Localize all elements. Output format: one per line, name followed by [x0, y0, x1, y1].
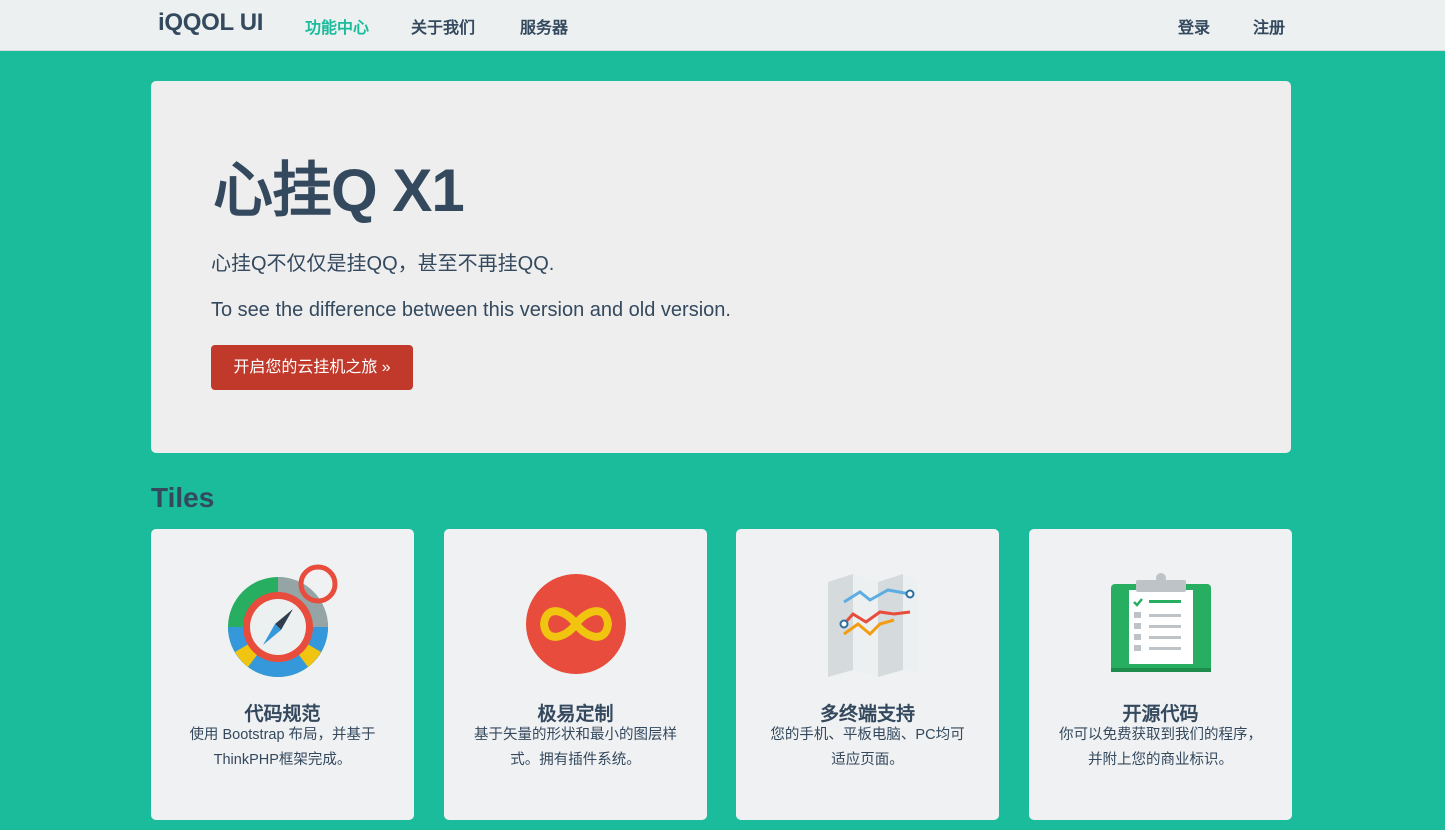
- tile-title: 多终端支持: [819, 703, 915, 725]
- tile-description: 基于矢量的形状和最小的图层样式。拥有插件系统。: [474, 727, 677, 768]
- tile-customization: 极易定制 基于矢量的形状和最小的图层样式。拥有插件系统。: [444, 529, 707, 820]
- tile-description: 您的手机、平板电脑、PC均可适应页面。: [770, 727, 965, 768]
- compass-icon: [227, 564, 337, 677]
- tile-title: 开源代码: [1122, 703, 1199, 725]
- nav-login[interactable]: 登录: [1178, 14, 1210, 38]
- nav-register[interactable]: 注册: [1253, 14, 1285, 38]
- tile-description: 使用 Bootstrap 布局，并基于 ThinkPHP框架完成。: [189, 727, 376, 768]
- navbar: iQQOL UI 功能中心 关于我们 服务器 登录 注册: [0, 0, 1445, 51]
- hero-title: 心挂Q X1: [213, 157, 465, 224]
- section-title: Tiles: [151, 482, 215, 513]
- nav-item-servers[interactable]: 服务器: [520, 14, 568, 38]
- hero-subtitle: 心挂Q不仅仅是挂QQ，甚至不再挂QQ.: [211, 253, 555, 275]
- infinity-icon: [525, 574, 626, 674]
- tile-title: 代码规范: [244, 703, 321, 725]
- hero-description: To see the difference between this versi…: [211, 299, 731, 321]
- tile-multi-device: 多终端支持 您的手机、平板电脑、PC均可适应页面。: [736, 529, 999, 820]
- clipboard-icon: [1110, 573, 1211, 672]
- tile-code-standard: 代码规范 使用 Bootstrap 布局，并基于 ThinkPHP框架完成。: [151, 529, 414, 820]
- brand-logo[interactable]: iQQOL UI: [158, 9, 263, 37]
- nav-item-about[interactable]: 关于我们: [411, 14, 475, 38]
- tile-description: 你可以免费获取到我们的程序，并附上您的商业标识。: [1059, 727, 1262, 768]
- nav-item-features[interactable]: 功能中心: [305, 14, 369, 38]
- start-journey-button[interactable]: 开启您的云挂机之旅 »: [211, 345, 413, 390]
- tile-open-source: 开源代码 你可以免费获取到我们的程序，并附上您的商业标识。: [1029, 529, 1292, 820]
- map-icon: [827, 574, 918, 677]
- hero-jumbotron: 心挂Q X1 心挂Q不仅仅是挂QQ，甚至不再挂QQ. To see the di…: [151, 81, 1291, 453]
- tile-title: 极易定制: [537, 703, 614, 725]
